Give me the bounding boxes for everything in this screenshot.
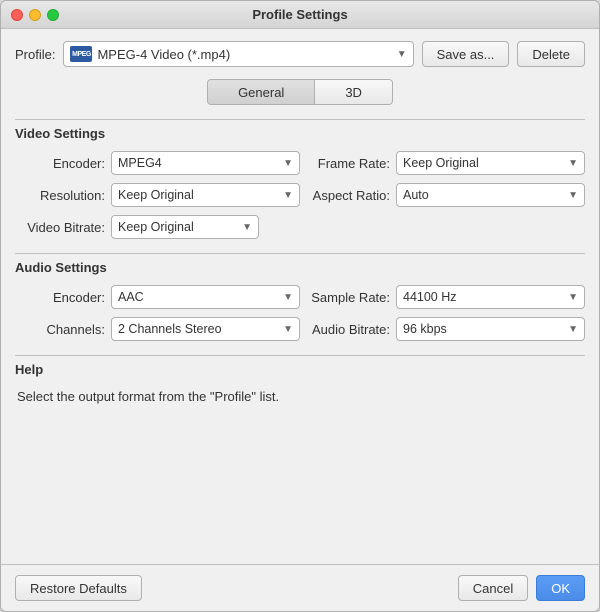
frame-rate-value: Keep Original [403,156,564,170]
resolution-select[interactable]: Keep Original ▼ [111,183,300,207]
delete-button[interactable]: Delete [517,41,585,67]
encoder-field-row: Encoder: MPEG4 ▼ [25,151,300,175]
mpeg-icon: MPEG [70,46,92,62]
sample-rate-label: Sample Rate: [310,290,390,305]
channels-label: Channels: [25,322,105,337]
maximize-button[interactable] [47,9,59,21]
sample-rate-field-row: Sample Rate: 44100 Hz ▼ [310,285,585,309]
tab-general[interactable]: General [207,79,315,105]
video-divider [15,119,585,120]
audio-settings-section: Audio Settings Encoder: AAC ▼ Sample Rat… [15,253,585,341]
tab-3d[interactable]: 3D [315,79,393,105]
encoder-arrow: ▼ [283,158,293,169]
bottom-bar: Restore Defaults Cancel OK [1,564,599,611]
audio-encoder-select[interactable]: AAC ▼ [111,285,300,309]
sample-rate-arrow: ▼ [568,292,578,303]
content-area: Profile: MPEG MPEG-4 Video (*.mp4) ▼ Sav… [1,29,599,564]
audio-encoder-value: AAC [118,290,279,304]
profile-select-text: MPEG-4 Video (*.mp4) [97,47,391,62]
profile-label: Profile: [15,47,55,62]
aspect-ratio-value: Auto [403,188,564,202]
save-as-button[interactable]: Save as... [422,41,510,67]
audio-encoder-label: Encoder: [25,290,105,305]
profile-select[interactable]: MPEG MPEG-4 Video (*.mp4) ▼ [63,41,413,67]
profile-dropdown-arrow: ▼ [397,49,407,60]
video-bitrate-select[interactable]: Keep Original ▼ [111,215,259,239]
close-button[interactable] [11,9,23,21]
video-bitrate-arrow: ▼ [242,222,252,233]
help-section: Help Select the output format from the "… [15,355,585,407]
audio-bitrate-value: 96 kbps [403,322,564,336]
help-title: Help [15,362,585,377]
frame-rate-select[interactable]: Keep Original ▼ [396,151,585,175]
frame-rate-arrow: ▼ [568,158,578,169]
help-text: Select the output format from the "Profi… [15,387,585,407]
audio-settings-grid: Encoder: AAC ▼ Sample Rate: 44100 Hz ▼ [15,285,585,341]
audio-encoder-arrow: ▼ [283,292,293,303]
aspect-ratio-field-row: Aspect Ratio: Auto ▼ [310,183,585,207]
video-bitrate-field-row: Video Bitrate: Keep Original ▼ [15,215,585,239]
resolution-label: Resolution: [25,188,105,203]
audio-bitrate-select[interactable]: 96 kbps ▼ [396,317,585,341]
restore-defaults-button[interactable]: Restore Defaults [15,575,142,601]
encoder-select[interactable]: MPEG4 ▼ [111,151,300,175]
title-bar: Profile Settings [1,1,599,29]
encoder-value: MPEG4 [118,156,279,170]
sample-rate-value: 44100 Hz [403,290,564,304]
cancel-button[interactable]: Cancel [458,575,528,601]
minimize-button[interactable] [29,9,41,21]
aspect-ratio-label: Aspect Ratio: [310,188,390,203]
frame-rate-field-row: Frame Rate: Keep Original ▼ [310,151,585,175]
resolution-arrow: ▼ [283,190,293,201]
encoder-label: Encoder: [25,156,105,171]
resolution-field-row: Resolution: Keep Original ▼ [25,183,300,207]
audio-bitrate-label: Audio Bitrate: [310,322,390,337]
sample-rate-select[interactable]: 44100 Hz ▼ [396,285,585,309]
audio-settings-title: Audio Settings [15,260,585,275]
audio-bitrate-arrow: ▼ [568,324,578,335]
video-bitrate-value: Keep Original [118,220,238,234]
channels-value: 2 Channels Stereo [118,322,279,336]
profile-row: Profile: MPEG MPEG-4 Video (*.mp4) ▼ Sav… [15,41,585,67]
channels-arrow: ▼ [283,324,293,335]
ok-button[interactable]: OK [536,575,585,601]
channels-field-row: Channels: 2 Channels Stereo ▼ [25,317,300,341]
audio-bitrate-field-row: Audio Bitrate: 96 kbps ▼ [310,317,585,341]
video-settings-title: Video Settings [15,126,585,141]
window-title: Profile Settings [252,7,347,22]
audio-divider [15,253,585,254]
main-window: Profile Settings Profile: MPEG MPEG-4 Vi… [0,0,600,612]
channels-select[interactable]: 2 Channels Stereo ▼ [111,317,300,341]
aspect-ratio-arrow: ▼ [568,190,578,201]
right-buttons: Cancel OK [458,575,585,601]
audio-encoder-field-row: Encoder: AAC ▼ [25,285,300,309]
help-divider [15,355,585,356]
frame-rate-label: Frame Rate: [310,156,390,171]
video-bitrate-label: Video Bitrate: [25,220,105,235]
tabs-row: General 3D [15,79,585,105]
resolution-value: Keep Original [118,188,279,202]
video-settings-grid: Encoder: MPEG4 ▼ Frame Rate: Keep Origin… [15,151,585,207]
video-settings-section: Video Settings Encoder: MPEG4 ▼ Frame Ra… [15,119,585,239]
traffic-lights [11,9,59,21]
aspect-ratio-select[interactable]: Auto ▼ [396,183,585,207]
